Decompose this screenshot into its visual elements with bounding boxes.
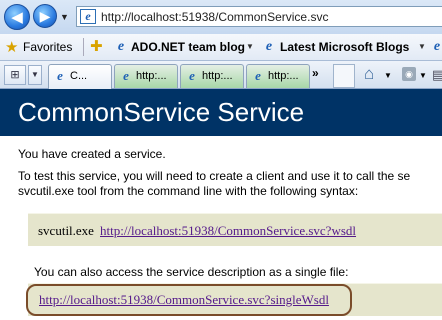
fav-link-latest-microsoft-blogs[interactable]: Latest Microsoft Blogs xyxy=(280,40,409,54)
svcutil-command: svcutil.exe xyxy=(38,223,94,238)
ie-page-icon: e xyxy=(189,68,195,83)
grid-icon: ⊞ xyxy=(10,69,20,81)
ie-page-icon: e xyxy=(255,68,261,83)
tab-label: http:... xyxy=(268,70,299,82)
fav-link-ado-net[interactable]: ADO.NET team blog xyxy=(131,40,245,54)
favorites-button[interactable]: Favorites xyxy=(23,40,72,54)
print-icon[interactable]: ▤ xyxy=(432,67,442,83)
chevron-down-icon[interactable]: ▼ xyxy=(419,71,427,80)
ie-page-icon: e xyxy=(433,39,441,54)
chevron-down-icon[interactable]: ▼ xyxy=(418,42,426,51)
svcutil-code-box: svcutil.exe http://localhost:51938/Commo… xyxy=(28,213,442,246)
forward-button[interactable]: ▶ xyxy=(33,4,57,28)
ie-page-icon: e xyxy=(117,39,125,54)
navigation-bar: ◀ ▶ ▼ e http://localhost:51938/CommonSer… xyxy=(0,0,442,34)
favorites-bar: ★ Favorites ✚ e ADO.NET team blog ▼ e La… xyxy=(0,34,442,61)
back-arrow-icon: ◀ xyxy=(11,9,23,26)
home-icon[interactable]: ⌂ xyxy=(364,64,374,84)
tab-list-dropdown[interactable]: ▼ xyxy=(28,65,42,85)
ie-page-icon: e xyxy=(57,68,63,83)
single-file-text: You can also access the service descript… xyxy=(34,265,349,279)
address-input[interactable]: http://localhost:51938/CommonService.svc xyxy=(101,10,328,24)
forward-arrow-icon: ▶ xyxy=(39,7,51,24)
chevron-down-icon: ▼ xyxy=(31,70,39,79)
ie-page-icon: e xyxy=(123,68,129,83)
history-dropdown-icon[interactable]: ▼ xyxy=(60,12,69,22)
favorites-star-icon[interactable]: ★ xyxy=(5,38,18,56)
tab-localhost-3[interactable]: e http:... xyxy=(246,64,310,88)
instructions-line-2: svcutil.exe tool from the command line w… xyxy=(18,184,359,198)
tab-localhost-2[interactable]: e http:... xyxy=(180,64,244,88)
tab-label: http:... xyxy=(202,70,233,82)
address-bar[interactable]: e http://localhost:51938/CommonService.s… xyxy=(76,6,442,27)
instructions-line-1: To test this service, you will need to c… xyxy=(18,169,411,183)
more-tabs-button[interactable]: » xyxy=(312,66,319,80)
page-title: CommonService Service xyxy=(18,97,305,127)
tab-label: C... xyxy=(70,70,88,82)
quick-tabs-button[interactable]: ⊞ xyxy=(4,65,26,85)
highlight-annotation xyxy=(26,284,352,316)
created-message: You have created a service. xyxy=(18,147,166,161)
add-favorite-icon[interactable]: ✚ xyxy=(90,37,103,55)
new-tab-button[interactable] xyxy=(333,64,355,88)
tab-label: http:... xyxy=(136,70,167,82)
tab-commonservice[interactable]: e C... xyxy=(48,64,112,89)
rss-feed-icon[interactable]: ◉ xyxy=(402,67,416,81)
back-button[interactable]: ◀ xyxy=(4,4,30,30)
page-header: CommonService Service xyxy=(0,89,442,136)
chevron-down-icon[interactable]: ▼ xyxy=(246,42,254,51)
ie-page-icon: e xyxy=(265,39,273,54)
wsdl-link[interactable]: http://localhost:51938/CommonService.svc… xyxy=(100,223,356,239)
page-icon: e xyxy=(80,9,96,24)
tab-bar: ⊞ ▼ e C... e http:... e http:... e http:… xyxy=(0,61,442,89)
toolbar-divider xyxy=(83,38,84,56)
chevron-down-icon[interactable]: ▼ xyxy=(384,71,392,80)
page-content: CommonService Service You have created a… xyxy=(0,89,442,320)
tab-localhost-1[interactable]: e http:... xyxy=(114,64,178,88)
